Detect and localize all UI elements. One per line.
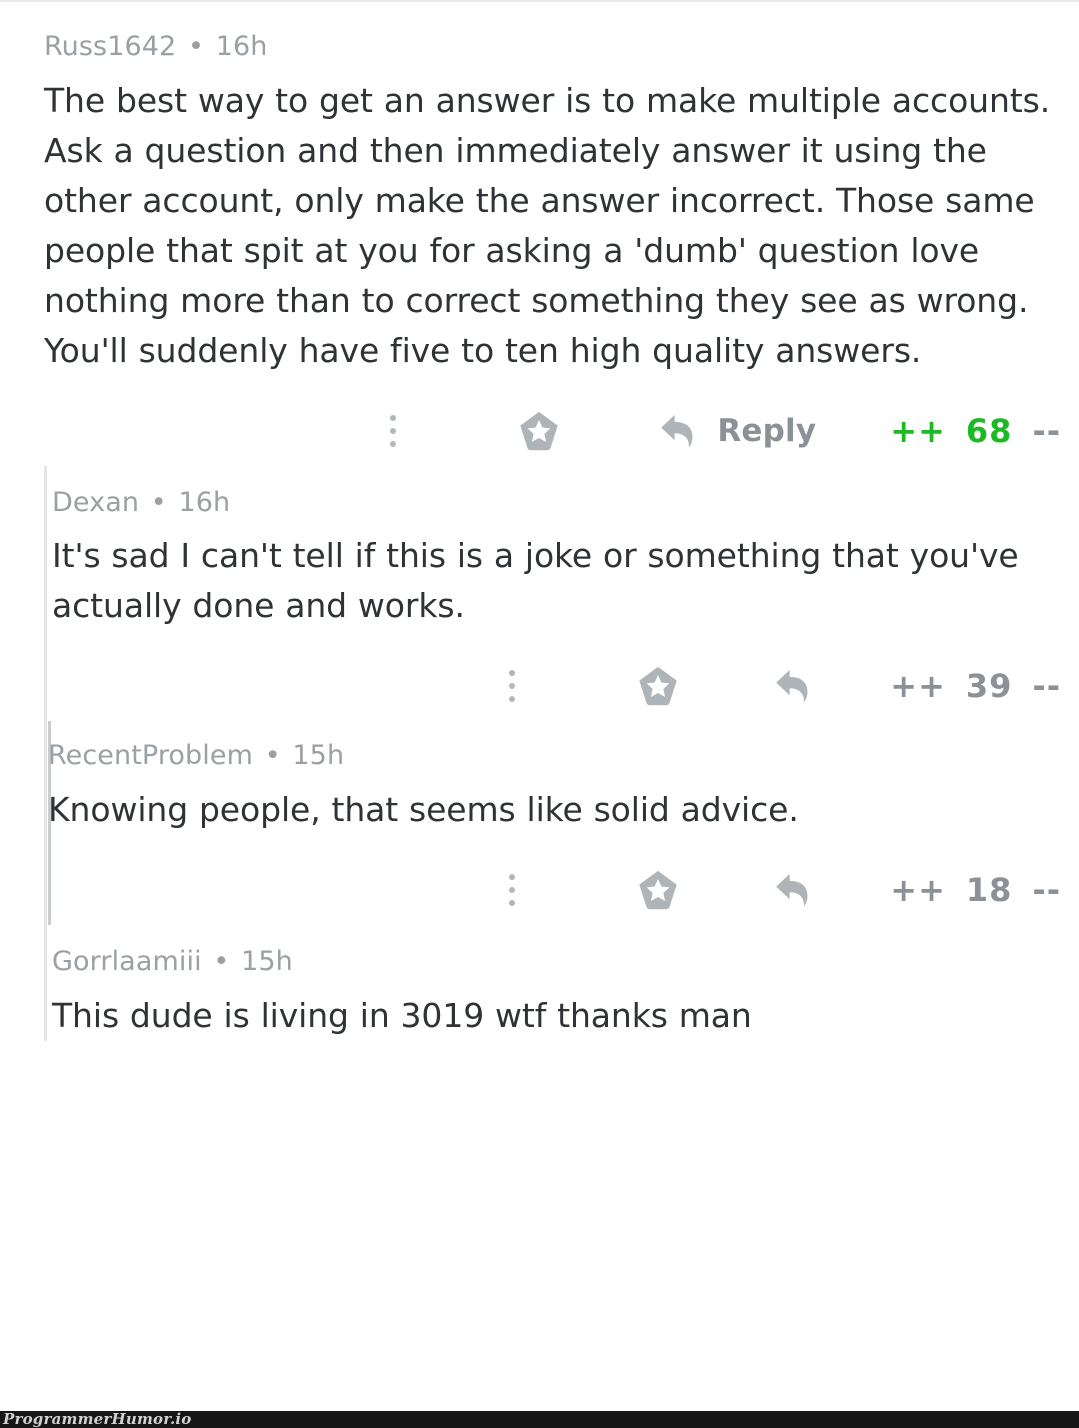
vote-group: ++ 39 --	[890, 667, 1061, 705]
vote-score: 39	[965, 667, 1013, 706]
vertical-dots-icon	[509, 874, 516, 907]
more-options-button[interactable]	[365, 403, 421, 459]
downvote-button[interactable]: --	[1032, 667, 1061, 705]
comment-author[interactable]: RecentProblem	[48, 740, 253, 771]
comment-byline: Dexan • 16h	[52, 486, 1061, 518]
comment-author[interactable]: Gorrlaamiii	[52, 946, 202, 977]
thread-group-level-1: Dexan • 16h It's sad I can't tell if thi…	[0, 465, 1079, 1041]
comment-byline: RecentProblem • 15h	[48, 741, 1061, 771]
downvote-button[interactable]: --	[1032, 412, 1061, 450]
comment-author[interactable]: Russ1642	[44, 31, 176, 62]
comment-action-bar: ++ 39 --	[52, 651, 1061, 721]
comment-body: It's sad I can't tell if this is a joke …	[52, 536, 1019, 626]
comment-timestamp: 15h	[292, 740, 345, 772]
reply-button[interactable]	[772, 862, 816, 918]
comment-item: Gorrlaamiii • 15h This dude is living in…	[0, 925, 1079, 1041]
comment-action-bar: Reply ++ 68 --	[44, 396, 1061, 466]
byline-separator: •	[264, 740, 281, 772]
vote-group: ++ 68 --	[890, 412, 1061, 450]
comment-item: Dexan • 16h It's sad I can't tell if thi…	[0, 466, 1079, 722]
comment-byline: Russ1642 • 16h	[44, 32, 1061, 62]
watermark-bar: ProgrammerHumor.io	[0, 1410, 1079, 1428]
comment-timestamp: 15h	[241, 946, 293, 978]
comment-byline: Gorrlaamiii • 15h	[52, 947, 1061, 977]
downvote-button[interactable]: --	[1032, 871, 1061, 909]
award-button[interactable]	[511, 403, 567, 459]
comment-body: This dude is living in 3019 wtf thanks m…	[52, 995, 752, 1035]
more-options-button[interactable]	[484, 862, 540, 918]
comment-body: Knowing people, that seems like solid ad…	[48, 790, 799, 830]
comment-timestamp: 16h	[215, 31, 268, 62]
vertical-dots-icon	[509, 670, 516, 703]
award-pentagon-star-icon	[520, 411, 559, 450]
byline-separator: •	[188, 31, 205, 62]
watermark-label: ProgrammerHumor.io	[3, 1410, 192, 1428]
byline-separator: •	[150, 486, 167, 518]
comment-body: The best way to get an answer is to make…	[44, 80, 1051, 370]
reply-label: Reply	[717, 412, 817, 449]
vote-group: ++ 18 --	[890, 871, 1061, 909]
reply-button[interactable]	[772, 658, 816, 714]
comment-item: RecentProblem • 15h Knowing people, that…	[0, 721, 1079, 925]
award-pentagon-star-icon	[639, 667, 677, 706]
comment-action-bar: ++ 18 --	[48, 855, 1061, 925]
comment-thread: Russ1642 • 16h The best way to get an an…	[0, 0, 1079, 1411]
upvote-button[interactable]: ++	[890, 412, 946, 450]
award-button[interactable]	[630, 658, 686, 714]
upvote-button[interactable]: ++	[890, 871, 946, 909]
award-button[interactable]	[630, 862, 686, 918]
reply-arrow-icon	[661, 414, 693, 448]
comment-timestamp: 16h	[178, 486, 231, 518]
comment-item: Russ1642 • 16h The best way to get an an…	[0, 2, 1079, 466]
comment-author[interactable]: Dexan	[52, 487, 139, 518]
award-pentagon-star-icon	[639, 870, 677, 910]
vote-score: 18	[965, 871, 1013, 910]
thread-group-level-2: RecentProblem • 15h Knowing people, that…	[0, 721, 1079, 926]
reply-button[interactable]: Reply	[657, 403, 816, 459]
reply-arrow-icon	[776, 874, 808, 907]
vertical-dots-icon	[390, 414, 397, 447]
upvote-button[interactable]: ++	[890, 667, 946, 705]
byline-separator: •	[213, 946, 230, 978]
reply-arrow-icon	[776, 670, 808, 703]
more-options-button[interactable]	[484, 658, 540, 714]
vote-score: 68	[965, 411, 1013, 450]
